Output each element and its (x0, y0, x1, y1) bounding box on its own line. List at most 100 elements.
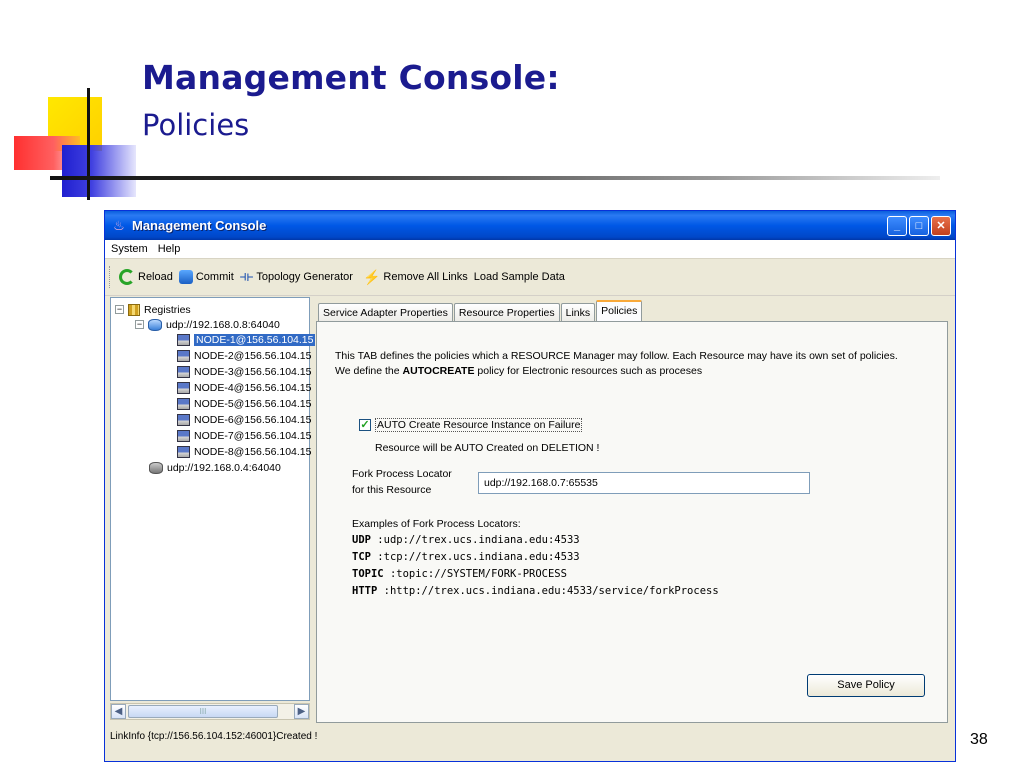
management-console-window: ♨ Management Console _ □ ✕ System Help R… (104, 210, 956, 762)
tree-horizontal-scrollbar[interactable]: ◀ III ▶ (110, 703, 310, 720)
tree-node[interactable]: NODE-8@156.56.104.15 (177, 444, 311, 459)
maximize-button[interactable]: □ (909, 215, 929, 236)
example-value: :udp://trex.ucs.indiana.edu:4533 (377, 534, 580, 546)
tab-strip: Service Adapter Properties Resource Prop… (318, 300, 643, 323)
examples-heading: Examples of Fork Process Locators: (352, 518, 521, 530)
tab-service-adapter-properties[interactable]: Service Adapter Properties (318, 303, 453, 322)
node-label: NODE-6@156.56.104.15 (194, 413, 312, 426)
node-label: NODE-8@156.56.104.15 (194, 445, 312, 458)
menu-system[interactable]: System (107, 243, 152, 255)
tree-node[interactable]: NODE-7@156.56.104.15 (177, 428, 311, 443)
database-icon (149, 461, 163, 474)
commit-icon (178, 270, 193, 284)
registries-icon (128, 303, 140, 316)
tree-node[interactable]: NODE-2@156.56.104.15 (177, 348, 311, 363)
tab-links[interactable]: Links (560, 303, 596, 322)
scroll-left-icon[interactable]: ◀ (111, 704, 126, 719)
node-label: NODE-1@156.56.104.15 (194, 333, 316, 346)
database-icon (148, 318, 162, 331)
window-title: Management Console (132, 218, 267, 233)
example-value: :http://trex.ucs.indiana.edu:4533/servic… (383, 585, 719, 597)
deco-horizontal-rule (50, 176, 940, 180)
node-label: NODE-5@156.56.104.15 (194, 397, 312, 410)
menu-help[interactable]: Help (154, 243, 185, 255)
tab-resource-properties[interactable]: Resource Properties (453, 303, 560, 322)
tree-node[interactable]: NODE-1@156.56.104.15 (177, 332, 316, 347)
status-bar: LinkInfo {tcp://156.56.104.152:46001}Cre… (110, 731, 318, 742)
deletion-note: Resource will be AUTO Created on DELETIO… (375, 442, 600, 454)
scrollbar-thumb[interactable]: III (128, 705, 278, 718)
remove-links-label: Remove All Links (383, 271, 468, 283)
commit-label: Commit (195, 271, 234, 283)
load-sample-data-button[interactable]: Load Sample Data (474, 271, 565, 283)
load-sample-label: Load Sample Data (473, 271, 565, 283)
window-controls: _ □ ✕ (887, 215, 951, 236)
example-key: TOPIC (352, 568, 384, 580)
save-policy-button[interactable]: Save Policy (807, 674, 925, 697)
deco-blue-square (62, 145, 136, 197)
remove-all-links-button[interactable]: ⚡ Remove All Links (363, 270, 468, 284)
tab-policies[interactable]: Policies (596, 300, 643, 323)
tree-node[interactable]: NODE-3@156.56.104.15 (177, 364, 311, 379)
close-button[interactable]: ✕ (931, 215, 951, 236)
topology-icon: ⟛ (239, 268, 254, 285)
example-udp: UDP :udp://trex.ucs.indiana.edu:4533 (352, 534, 580, 546)
example-key: HTTP (352, 585, 378, 597)
autocreate-label: AUTO Create Resource Instance on Failure (375, 418, 583, 432)
example-key: UDP (352, 534, 371, 546)
collapse-icon[interactable]: − (135, 320, 144, 329)
tree-root-label: Registries (144, 303, 191, 316)
node-label: NODE-2@156.56.104.15 (194, 349, 312, 362)
tree-registry-1[interactable]: − udp://192.168.0.8:64040 (135, 317, 280, 332)
toolbar-grip[interactable] (109, 266, 113, 288)
tree-node[interactable]: NODE-6@156.56.104.15 (177, 412, 311, 427)
slide-title: Management Console: (142, 58, 560, 97)
node-label: NODE-4@156.56.104.15 (194, 381, 312, 394)
deco-vertical-line (87, 88, 90, 200)
registry-tree[interactable]: − Registries − udp://192.168.0.8:64040 N… (110, 297, 316, 701)
topology-generator-button[interactable]: ⟛ Topology Generator (239, 268, 353, 285)
example-topic: TOPIC :topic://SYSTEM/FORK-PROCESS (352, 568, 567, 580)
collapse-icon[interactable]: − (115, 305, 124, 314)
node-icon (177, 381, 190, 394)
scroll-right-icon[interactable]: ▶ (294, 704, 309, 719)
registry-2-label: udp://192.168.0.4:64040 (167, 461, 281, 474)
node-label: NODE-3@156.56.104.15 (194, 365, 312, 378)
menu-bar: System Help (105, 240, 955, 259)
fork-locator-input[interactable] (478, 472, 810, 494)
broken-link-icon: ⚡ (362, 269, 381, 285)
node-icon (177, 333, 190, 346)
autocreate-checkbox-row[interactable]: ✓ AUTO Create Resource Instance on Failu… (359, 418, 583, 432)
autocreate-checkbox[interactable]: ✓ (359, 419, 371, 431)
node-icon (177, 349, 190, 362)
example-http: HTTP :http://trex.ucs.indiana.edu:4533/s… (352, 585, 719, 597)
topology-label: Topology Generator (256, 271, 353, 283)
intro-line-2: We define the AUTOCREATE policy for Elec… (335, 365, 702, 377)
java-cup-icon: ♨ (113, 217, 125, 233)
tree-node[interactable]: NODE-4@156.56.104.15 (177, 380, 311, 395)
intro-prefix: We define the (335, 365, 403, 377)
registry-1-label: udp://192.168.0.8:64040 (166, 318, 280, 331)
locator-label-2: for this Resource (352, 484, 432, 496)
node-icon (177, 365, 190, 378)
minimize-button[interactable]: _ (887, 215, 907, 236)
example-value: :tcp://trex.ucs.indiana.edu:4533 (377, 551, 580, 563)
tree-registry-2[interactable]: udp://192.168.0.4:64040 (149, 460, 281, 475)
toolbar: Reload Commit ⟛ Topology Generator ⚡ Rem… (105, 259, 955, 296)
example-key: TCP (352, 551, 371, 563)
intro-bold: AUTOCREATE (402, 365, 475, 377)
node-icon (177, 413, 190, 426)
tree-node[interactable]: NODE-5@156.56.104.15 (177, 396, 311, 411)
slide-subtitle: Policies (142, 108, 250, 142)
node-icon (177, 397, 190, 410)
commit-button[interactable]: Commit (178, 270, 234, 284)
policies-panel: This TAB defines the policies which a RE… (316, 321, 948, 723)
node-icon (177, 429, 190, 442)
page-number: 38 (970, 731, 988, 748)
reload-label: Reload (138, 271, 173, 283)
node-label: NODE-7@156.56.104.15 (194, 429, 312, 442)
window-titlebar[interactable]: ♨ Management Console _ □ ✕ (105, 211, 955, 240)
tree-root[interactable]: − Registries (115, 302, 191, 317)
reload-icon (119, 269, 135, 285)
reload-button[interactable]: Reload (119, 269, 173, 285)
